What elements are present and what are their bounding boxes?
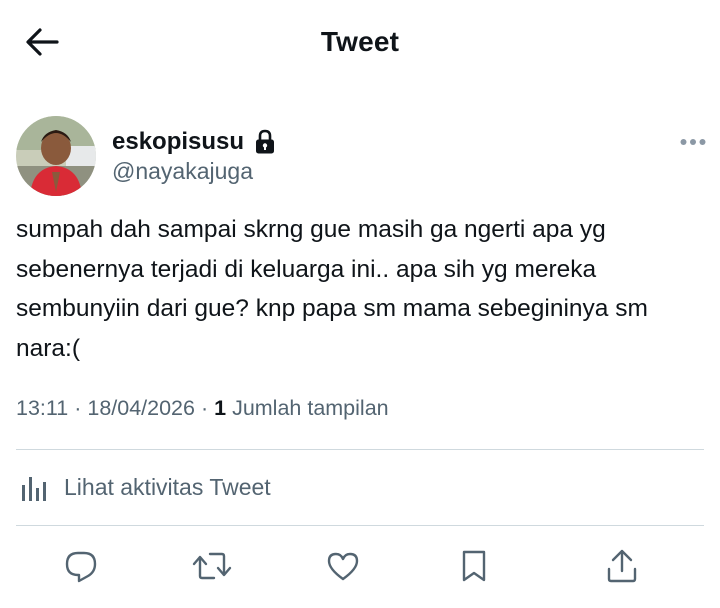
more-button[interactable] bbox=[674, 128, 712, 156]
author-handle[interactable]: @nayakajuga bbox=[112, 158, 253, 185]
author-name-row: eskopisusu bbox=[112, 126, 276, 158]
retweet-icon bbox=[192, 549, 232, 588]
reply-icon bbox=[64, 549, 98, 588]
tweet-text: sumpah dah sampai skrng gue masih ga nge… bbox=[16, 216, 648, 362]
action-bar bbox=[0, 540, 720, 596]
views-count: 1 bbox=[214, 396, 227, 420]
views-label: Jumlah tampilan bbox=[232, 396, 389, 420]
share-button[interactable] bbox=[594, 540, 650, 596]
meta-separator: · bbox=[74, 396, 82, 420]
more-horizontal-icon bbox=[680, 133, 706, 151]
retweet-button[interactable] bbox=[184, 540, 240, 596]
view-activity-link[interactable]: Lihat aktivitas Tweet bbox=[16, 450, 704, 524]
avatar[interactable] bbox=[16, 116, 96, 196]
analytics-bar-icon bbox=[16, 469, 52, 505]
meta-separator: · bbox=[200, 396, 209, 420]
tweet-date[interactable]: 18/04/2026 bbox=[87, 396, 195, 420]
heart-icon bbox=[326, 550, 360, 587]
divider bbox=[16, 525, 704, 526]
tweet-meta: 13:11 · 18/04/2026 · 1 Jumlah tampilan bbox=[16, 396, 389, 421]
page-title: Tweet bbox=[320, 26, 400, 57]
author-display-name[interactable]: eskopisusu bbox=[112, 128, 244, 156]
bookmark-icon bbox=[460, 549, 488, 588]
reply-button[interactable] bbox=[53, 540, 109, 596]
like-button[interactable] bbox=[315, 540, 371, 596]
bookmark-button[interactable] bbox=[446, 540, 502, 596]
tweet-time[interactable]: 13:11 bbox=[16, 396, 68, 420]
view-activity-label: Lihat aktivitas Tweet bbox=[64, 473, 271, 500]
share-icon bbox=[605, 548, 639, 589]
top-bar: Tweet bbox=[0, 0, 720, 90]
lock-icon bbox=[254, 128, 276, 156]
